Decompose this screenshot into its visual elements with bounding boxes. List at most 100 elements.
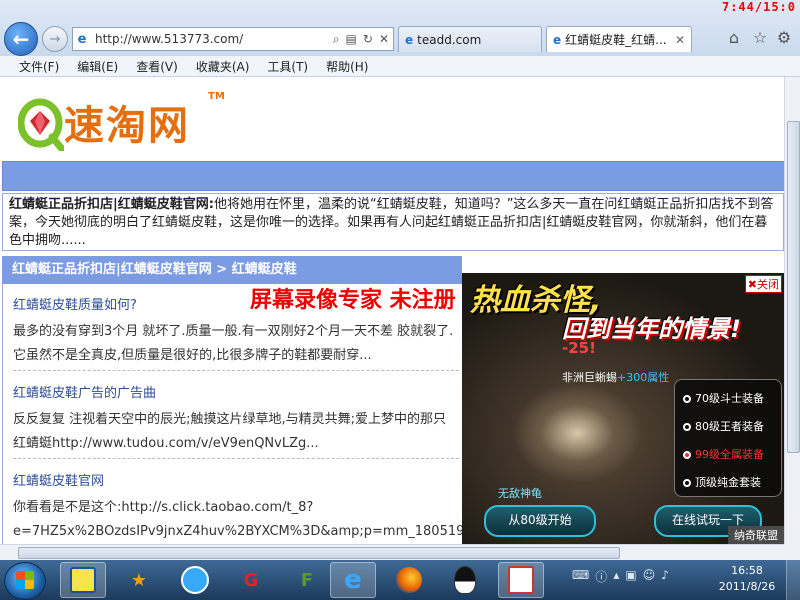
windows-logo-icon: [16, 571, 34, 589]
notepad-icon: [508, 566, 534, 594]
compat-view-icon[interactable]: ▤: [346, 32, 357, 47]
ie-tab-icon: e: [405, 32, 414, 47]
g-logo-icon: G: [243, 569, 259, 591]
user-icon[interactable]: ☺: [643, 568, 656, 585]
divider: [13, 370, 459, 371]
taskbar-app-qq[interactable]: [442, 562, 488, 598]
network-icon[interactable]: ▣: [625, 568, 636, 585]
penguin-icon: [454, 566, 476, 594]
address-url[interactable]: http://www.513773.com/: [91, 32, 333, 46]
radio-selected-icon: [683, 451, 691, 459]
tab-title: teadd.com: [417, 32, 482, 47]
list-item: 红蜻蜓皮鞋广告的广告曲 反反复复 注视着天空中的辰光;触摸这片绿草地,与精灵共舞…: [13, 384, 459, 459]
web-page: 速淘网 TM 红蜻蜓正品折扣店|红蜻蜓皮鞋官网:他将她用在怀里，温柔的说“红蜻蜓…: [0, 77, 784, 544]
article-title[interactable]: 红蜻蜓皮鞋官网: [13, 472, 459, 492]
option-label: 80级王者装备: [695, 420, 764, 433]
start-button[interactable]: [4, 562, 46, 600]
logo-trademark: TM: [208, 91, 225, 102]
intro-text: 红蜻蜓正品折扣店|红蜻蜓皮鞋官网:他将她用在怀里，温柔的说“红蜻蜓皮鞋，知道吗？…: [2, 193, 784, 251]
scroll-thumb[interactable]: [18, 547, 620, 559]
taskbar-app-qqpinyin[interactable]: [172, 562, 218, 598]
option-label: 99级全属装备: [695, 448, 764, 461]
gear-option-selected[interactable]: 99级全属装备: [683, 446, 764, 462]
scroll-thumb[interactable]: [787, 121, 800, 453]
ad-network-label[interactable]: 纳奇联盟: [728, 526, 784, 544]
refresh-icon[interactable]: ↻: [363, 32, 373, 47]
article-desc: 你看看是不是这个:http://s.click.taobao.com/t_8?e…: [13, 500, 523, 539]
taskbar-app-notes[interactable]: [60, 562, 106, 598]
address-bar[interactable]: e http://www.513773.com/ ⌕ ▤ ↻ ✕: [72, 27, 394, 51]
scrollbar-corner: [784, 544, 800, 560]
menu-favorites[interactable]: 收藏夹(A): [187, 58, 259, 75]
radio-icon: [683, 423, 691, 431]
taskbar-app-ie[interactable]: e: [330, 562, 376, 598]
stop-icon[interactable]: ✕: [379, 32, 389, 47]
home-icon[interactable]: ⌂: [724, 28, 744, 48]
favorites-star-icon[interactable]: ☆: [750, 28, 770, 48]
firefox-icon: [396, 567, 422, 593]
forward-arrow-icon: →: [49, 31, 61, 47]
forward-button[interactable]: →: [42, 26, 68, 52]
article-desc: 最多的没有穿到3个月 就坏了.质量一般.有一双刚好2个月一天不差 胶就裂了.它虽…: [13, 324, 454, 363]
start-at-level-button[interactable]: 从80级开始: [484, 505, 596, 537]
gear-option[interactable]: 80级王者装备: [683, 418, 764, 434]
recording-watermark: 屏幕录像专家 未注册: [250, 288, 456, 313]
menu-bar: 文件(F) 编辑(E) 查看(V) 收藏夹(A) 工具(T) 帮助(H): [0, 56, 800, 77]
show-desktop-button[interactable]: [786, 560, 800, 600]
game-character-art: [512, 383, 642, 483]
help-icon[interactable]: ⓘ: [595, 568, 607, 585]
player-name: 无敌神龟: [498, 487, 542, 500]
clock-date: 2011/8/26: [718, 580, 776, 593]
menu-view[interactable]: 查看(V): [127, 58, 187, 75]
intro-bold[interactable]: 红蜻蜓正品折扣店|红蜻蜓皮鞋官网:: [9, 197, 214, 212]
tray-expand-icon[interactable]: ▴: [613, 568, 619, 585]
taskbar-app-firefox[interactable]: [386, 562, 432, 598]
document-app-icon: F: [300, 569, 314, 591]
back-button[interactable]: ←: [4, 22, 38, 56]
gear-option[interactable]: 70级斗士装备: [683, 390, 764, 406]
vertical-scrollbar[interactable]: [784, 77, 800, 544]
gear-options-panel: 70级斗士装备 80级王者装备 99级全属装备 顶级纯金套装: [674, 379, 782, 497]
tab-active[interactable]: e 红蜻蜓皮鞋_红蜻... ✕: [546, 26, 692, 52]
sticky-notes-icon: [70, 567, 96, 593]
volume-icon[interactable]: ♪: [661, 568, 669, 585]
ie-tab-icon: e: [553, 32, 562, 47]
system-tray: ⌨ ⓘ ▴ ▣ ☺ ♪: [572, 568, 669, 585]
taskbar-app-recorder[interactable]: [498, 562, 544, 598]
option-label: 顶级纯金套装: [695, 476, 761, 489]
smiley-icon: [181, 566, 209, 594]
system-clock[interactable]: 16:58 2011/8/26: [712, 563, 782, 595]
taskbar-app-kuaibo[interactable]: ★: [116, 562, 162, 598]
taskbar-app-g[interactable]: G: [228, 562, 274, 598]
gear-icon[interactable]: ⚙: [774, 28, 794, 48]
menu-file[interactable]: 文件(F): [10, 58, 68, 75]
game-ad-popup[interactable]: 热血杀怪, 回到当年的情景! ✖关闭 -25! 非洲巨蜥蜴+300属性 无敌神龟…: [462, 273, 784, 544]
menu-edit[interactable]: 编辑(E): [68, 58, 127, 75]
ie-page-icon: e: [77, 31, 87, 47]
back-arrow-icon: ←: [12, 27, 30, 51]
article-title[interactable]: 红蜻蜓皮鞋广告的广告曲: [13, 384, 459, 404]
horizontal-scrollbar[interactable]: [0, 544, 784, 561]
close-icon: ✖: [747, 278, 757, 291]
menu-tools[interactable]: 工具(T): [258, 58, 317, 75]
nav-bar: [2, 161, 784, 191]
tab-close-icon[interactable]: ✕: [675, 33, 685, 47]
site-logo[interactable]: 速淘网 TM: [18, 91, 238, 161]
article-desc: 反反复复 注视着天空中的辰光;触摸这片绿草地,与精灵共舞;爱上梦中的那只红蜻蜓h…: [13, 412, 447, 451]
keyboard-icon[interactable]: ⌨: [572, 568, 589, 585]
damage-number: -25!: [562, 339, 596, 357]
recording-timer: 7:44/15:0: [721, 0, 796, 14]
logo-gem-icon: [18, 98, 64, 151]
ad-close-label: 关闭: [757, 278, 779, 291]
list-item: 红蜻蜓皮鞋官网 你看看是不是这个:http://s.click.taobao.c…: [13, 472, 523, 544]
search-icon[interactable]: ⌕: [333, 32, 340, 47]
ad-close-button[interactable]: ✖关闭: [744, 275, 782, 293]
breadcrumb[interactable]: 红蜻蜓正品折扣店|红蜻蜓皮鞋官网 > 红蜻蜓皮鞋: [2, 256, 462, 284]
option-label: 70级斗士装备: [695, 392, 764, 405]
divider: [13, 458, 459, 459]
menu-help[interactable]: 帮助(H): [317, 58, 377, 75]
gear-option[interactable]: 顶级纯金套装: [683, 474, 761, 490]
tab-teadd[interactable]: e teadd.com: [398, 26, 542, 52]
taskbar-app-foxit[interactable]: F: [284, 562, 330, 598]
radio-icon: [683, 479, 691, 487]
